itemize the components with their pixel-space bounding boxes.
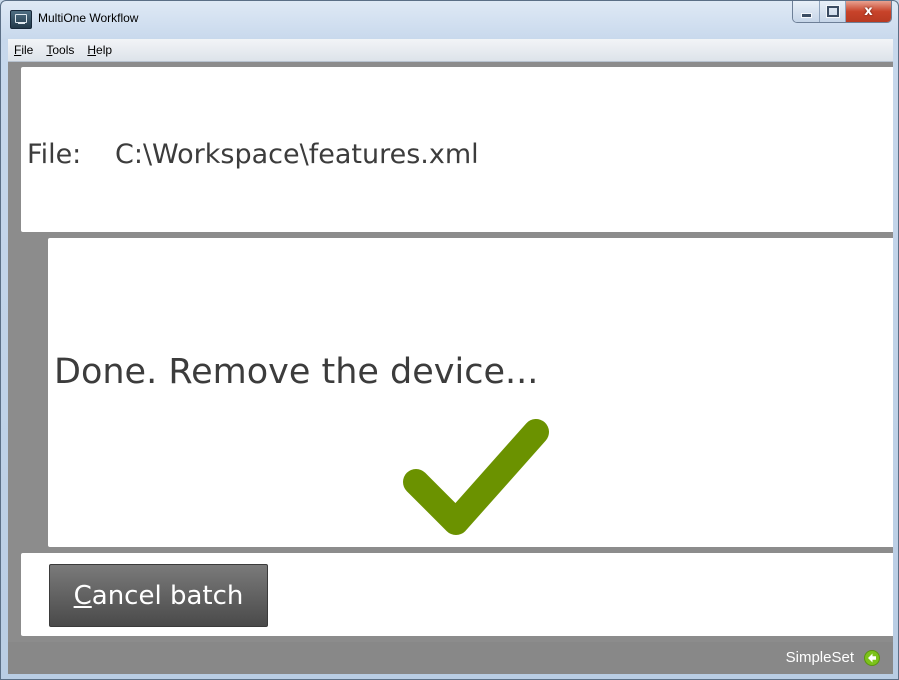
maximize-icon <box>826 6 839 17</box>
status-panel: Done. Remove the device... <box>48 238 893 547</box>
status-bar: SimpleSet <box>8 642 893 674</box>
title-bar[interactable]: MultiOne Workflow x <box>1 1 898 39</box>
menu-file-label: ile <box>21 43 34 57</box>
menu-help-label: elp <box>96 43 113 57</box>
cancel-batch-label: ancel batch <box>91 580 244 611</box>
cancel-batch-button[interactable]: Cancel batch <box>49 564 268 627</box>
cancel-batch-mnemonic: C <box>73 580 92 611</box>
menu-tools[interactable]: Tools <box>40 43 81 57</box>
client-area: File: C:\Workspace\features.xml Done. Rem… <box>8 62 893 674</box>
menu-bar: File Tools Help <box>8 39 893 62</box>
minimize-button[interactable] <box>793 1 819 22</box>
file-panel: File: C:\Workspace\features.xml <box>21 67 893 232</box>
file-info: File: C:\Workspace\features.xml <box>27 139 479 170</box>
minimize-icon <box>800 13 812 18</box>
simpleset-label[interactable]: SimpleSet <box>786 649 854 666</box>
checkmark-icon <box>403 419 549 535</box>
window-title: MultiOne Workflow <box>38 11 139 25</box>
status-message: Done. Remove the device... <box>54 352 539 392</box>
menu-tools-label: ools <box>52 43 75 57</box>
menu-help-mnemonic: H <box>87 43 97 57</box>
app-icon[interactable] <box>10 10 32 29</box>
close-icon: x <box>864 4 873 19</box>
arrow-circle-icon[interactable] <box>864 650 880 666</box>
app-window: MultiOne Workflow x File Tools Help File… <box>0 0 899 680</box>
file-label: File: <box>27 139 82 170</box>
file-path: C:\Workspace\features.xml <box>115 139 479 170</box>
actions-panel: Cancel batch <box>21 553 893 636</box>
window-controls: x <box>792 1 892 23</box>
menu-file[interactable]: File <box>8 43 40 57</box>
maximize-button[interactable] <box>819 1 845 22</box>
menu-help[interactable]: Help <box>81 43 119 57</box>
checkmark-stroke <box>403 419 549 535</box>
close-button[interactable]: x <box>845 1 891 22</box>
